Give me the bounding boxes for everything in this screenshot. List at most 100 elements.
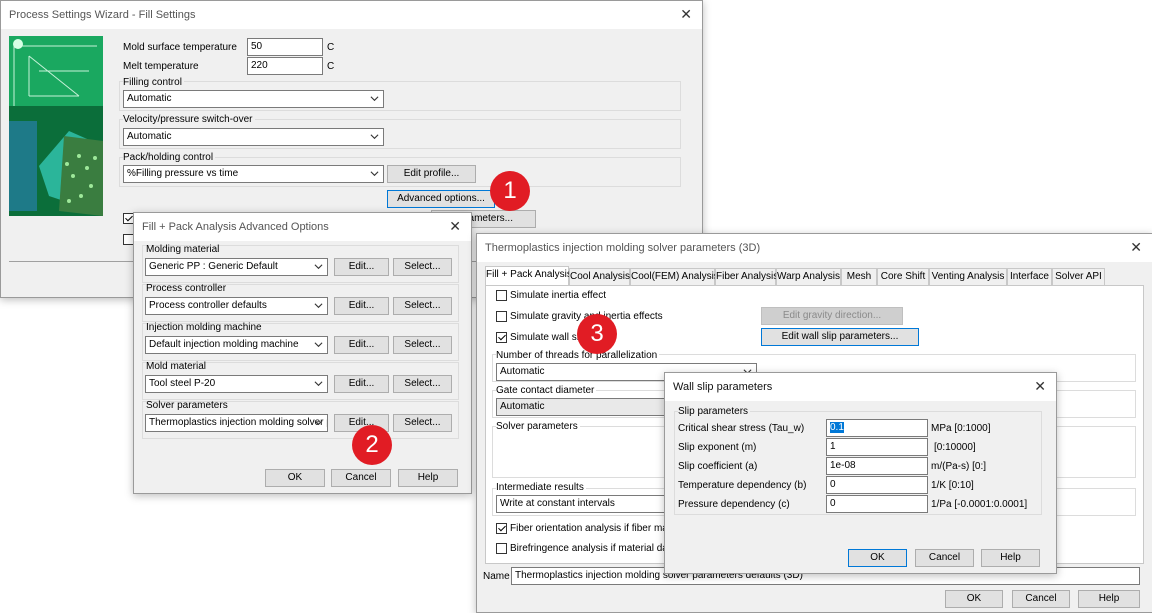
advanced-help-button[interactable]: Help [398, 469, 458, 487]
fiber-orientation-checkbox[interactable] [496, 523, 507, 534]
chevron-down-icon [370, 96, 379, 102]
solver-ok-button[interactable]: OK [945, 590, 1003, 608]
chevron-down-icon [370, 171, 379, 177]
vp-switch-value: Automatic [127, 131, 172, 142]
solver-parameters-select[interactable]: Thermoplastics injection molding solver … [145, 414, 328, 432]
mold-material-label: Mold material [146, 361, 207, 372]
wall-slip-titlebar: Wall slip parameters ✕ [665, 373, 1056, 401]
melt-temp-label: Melt temperature [123, 61, 199, 72]
slip-exponent-input[interactable]: 1 [826, 438, 928, 456]
tab-fill-pack-analysis[interactable]: Fill + Pack Analysis [485, 266, 572, 285]
inertia-label: Simulate inertia effect [510, 290, 606, 301]
tab-fiber-analysis[interactable]: Fiber Analysis [715, 268, 778, 285]
solver-cancel-button[interactable]: Cancel [1012, 590, 1070, 608]
mold-material-select-button[interactable]: Select... [393, 375, 452, 393]
tab-cool-analysis[interactable]: Cool Analysis [569, 268, 630, 285]
injection-machine-edit-button[interactable]: Edit... [334, 336, 389, 354]
intermediate-label: Intermediate results [496, 482, 586, 493]
wall-slip-help-button[interactable]: Help [981, 549, 1040, 567]
step-badge-2: 2 [352, 425, 392, 465]
tab-mesh[interactable]: Mesh [841, 268, 877, 285]
critical-shear-stress-value: 0.1 [830, 422, 844, 433]
close-icon[interactable]: ✕ [680, 6, 692, 23]
filling-control-value: Automatic [127, 93, 172, 104]
temperature-dependency-unit: 1/K [0:10] [931, 480, 974, 491]
chevron-down-icon [314, 381, 323, 387]
filling-control-select[interactable]: Automatic [123, 90, 384, 108]
wizard-title: Process Settings Wizard - Fill Settings [9, 9, 196, 21]
close-icon[interactable]: ✕ [1130, 239, 1142, 256]
injection-machine-select[interactable]: Default injection molding machine [145, 336, 328, 354]
intermediate-select[interactable]: Write at constant intervals [496, 495, 676, 513]
mold-material-value: Tool steel P-20 [149, 378, 216, 389]
wizard-illustration [9, 36, 103, 216]
mold-temp-input[interactable]: 50 [247, 38, 323, 56]
pressure-dependency-input[interactable]: 0 [826, 495, 928, 513]
gate-select[interactable]: Automatic [496, 398, 676, 416]
tab-cool-fem-analysis[interactable]: Cool(FEM) Analysis [630, 268, 719, 285]
pack-control-label: Pack/holding control [123, 152, 216, 163]
molding-material-select-button[interactable]: Select... [393, 258, 452, 276]
close-icon[interactable]: ✕ [1034, 378, 1046, 395]
slip-parameters-label: Slip parameters [678, 406, 751, 417]
critical-shear-stress-input[interactable]: 0.1 [826, 419, 928, 437]
pack-control-value: %Filling pressure vs time [127, 168, 239, 179]
edit-wall-slip-button[interactable]: Edit wall slip parameters... [761, 328, 919, 346]
vp-switch-label: Velocity/pressure switch-over [123, 114, 255, 125]
molding-material-select[interactable]: Generic PP : Generic Default [145, 258, 328, 276]
tab-warp-analysis[interactable]: Warp Analysis [776, 268, 841, 285]
gravity-checkbox[interactable] [496, 311, 507, 322]
process-controller-edit-button[interactable]: Edit... [334, 297, 389, 315]
solver-parameters-label: Solver parameters [146, 400, 228, 411]
slip-exponent-label: Slip exponent (m) [678, 442, 757, 453]
advanced-title: Fill + Pack Analysis Advanced Options [142, 221, 329, 233]
melt-temp-unit: C [327, 61, 335, 72]
solver-help-button[interactable]: Help [1078, 590, 1140, 608]
tab-interface[interactable]: Interface [1007, 268, 1052, 285]
tab-solver-api[interactable]: Solver API [1052, 268, 1105, 285]
injection-machine-select-button[interactable]: Select... [393, 336, 452, 354]
step-badge-3: 3 [577, 314, 617, 354]
pressure-dependency-unit: 1/Pa [-0.0001:0.0001] [931, 499, 1028, 510]
slip-exponent-unit: [0:10000] [934, 442, 976, 453]
temperature-dependency-input[interactable]: 0 [826, 476, 928, 494]
critical-shear-stress-label: Critical shear stress (Tau_w) [678, 423, 805, 434]
chevron-down-icon [314, 303, 323, 309]
process-controller-select[interactable]: Process controller defaults [145, 297, 328, 315]
wizard-titlebar: Process Settings Wizard - Fill Settings … [1, 1, 702, 29]
fiber-orientation-label: Fiber orientation analysis if fiber mate… [510, 523, 690, 534]
mold-material-edit-button[interactable]: Edit... [334, 375, 389, 393]
inertia-checkbox[interactable] [496, 290, 507, 301]
chevron-down-icon [314, 420, 323, 426]
pack-control-select[interactable]: %Filling pressure vs time [123, 165, 384, 183]
advanced-ok-button[interactable]: OK [265, 469, 325, 487]
edit-gravity-button[interactable]: Edit gravity direction... [761, 307, 903, 325]
filling-control-label: Filling control [123, 77, 184, 88]
tab-venting-analysis[interactable]: Venting Analysis [929, 268, 1007, 285]
advanced-titlebar: Fill + Pack Analysis Advanced Options ✕ [134, 213, 471, 241]
threads-label: Number of threads for parallelization [496, 350, 660, 361]
vp-switch-select[interactable]: Automatic [123, 128, 384, 146]
mold-temp-label: Mold surface temperature [123, 42, 237, 53]
melt-temp-input[interactable]: 220 [247, 57, 323, 75]
slip-coefficient-input[interactable]: 1e-08 [826, 457, 928, 475]
wall-slip-checkbox[interactable] [496, 332, 507, 343]
wall-slip-cancel-button[interactable]: Cancel [915, 549, 974, 567]
process-controller-select-button[interactable]: Select... [393, 297, 452, 315]
solver-parameters-select-button[interactable]: Select... [393, 414, 452, 432]
edit-profile-button[interactable]: Edit profile... [387, 165, 476, 183]
critical-shear-stress-unit: MPa [0:1000] [931, 423, 991, 434]
solver-tab-strip: Fill + Pack Analysis Cool Analysis Cool(… [485, 266, 1145, 285]
advanced-options-button[interactable]: Advanced options... [387, 190, 495, 208]
close-icon[interactable]: ✕ [449, 218, 461, 235]
advanced-cancel-button[interactable]: Cancel [331, 469, 391, 487]
chevron-down-icon [370, 134, 379, 140]
intermediate-value: Write at constant intervals [500, 498, 615, 509]
wall-slip-ok-button[interactable]: OK [848, 549, 907, 567]
pressure-dependency-label: Pressure dependency (c) [678, 499, 790, 510]
tab-core-shift[interactable]: Core Shift [877, 268, 929, 285]
molding-material-edit-button[interactable]: Edit... [334, 258, 389, 276]
mold-material-select[interactable]: Tool steel P-20 [145, 375, 328, 393]
birefringence-checkbox[interactable] [496, 543, 507, 554]
process-controller-label: Process controller [146, 283, 227, 294]
